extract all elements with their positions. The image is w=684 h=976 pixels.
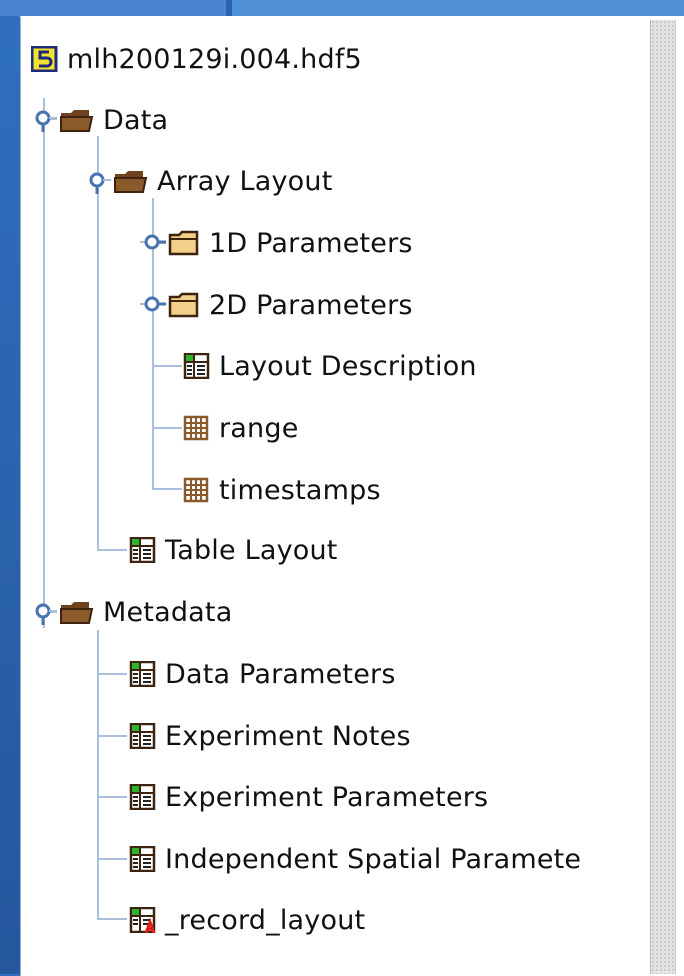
tree-line [97,673,127,675]
collapse-handle-icon[interactable] [31,599,57,625]
tree-line [152,427,182,429]
tree-root-hdf5-file[interactable]: mlh200129i.004.hdf5 [31,42,362,76]
expand-handle-icon[interactable] [140,230,166,256]
dataset-icon [183,415,209,441]
tree-node-data[interactable]: Data [59,103,168,137]
collapse-handle-icon[interactable] [85,168,111,194]
tree-node-data-parameters[interactable]: Data Parameters [129,657,396,691]
tree-node-table-layout[interactable]: Table Layout [129,533,338,567]
tree-line [97,796,127,798]
window-titlebar-left [0,0,226,16]
tree-node-array-layout[interactable]: Array Layout [113,164,333,198]
tree-root-label: mlh200129i.004.hdf5 [67,43,362,75]
tree-line [97,735,127,737]
tree-node-label: Array Layout [157,165,333,197]
table-icon [129,784,156,810]
tree-line [152,365,182,367]
folder-closed-icon [168,230,199,256]
tree-line [97,918,127,920]
folder-open-icon [60,602,94,624]
tree-node-timestamps[interactable]: timestamps [183,473,381,507]
file-tree: mlh200129i.004.hdf5 Data Array Layout 1D… [21,18,671,976]
tree-node-experiment-notes[interactable]: Experiment Notes [129,719,411,753]
tree-node-label: Layout Description [219,350,477,382]
folder-open-icon [114,171,148,193]
tree-node-range[interactable]: range [183,411,299,445]
tree-node-label: Metadata [103,596,233,628]
tree-node-label: Experiment Parameters [165,781,489,813]
tree-node-record-layout[interactable]: _record_layout [129,903,365,937]
hdf5-file-icon [31,46,58,72]
tree-line [97,136,99,550]
tree-node-label: range [219,412,299,444]
tree-node-2d-parameters[interactable]: 2D Parameters [167,288,413,322]
tree-node-label: _record_layout [165,904,366,936]
tree-node-experiment-parameters[interactable]: Experiment Parameters [129,780,488,814]
tree-node-label: Experiment Notes [165,720,411,752]
tree-line [43,98,45,628]
table-icon [183,353,210,379]
tree-node-metadata[interactable]: Metadata [59,595,232,629]
tree-node-label: Data [103,104,169,136]
dataset-icon [183,477,209,503]
tree-node-label: Table Layout [165,534,338,566]
tree-node-1d-parameters[interactable]: 1D Parameters [167,226,413,260]
collapse-handle-icon[interactable] [31,106,57,132]
tree-node-label: Data Parameters [165,658,396,690]
folder-closed-icon [168,292,199,318]
tree-line [152,488,182,490]
tree-node-label: timestamps [219,474,381,506]
table-icon [129,537,156,563]
tree-line [97,549,127,551]
tree-node-layout-description[interactable]: Layout Description [183,349,477,383]
tree-panel: mlh200129i.004.hdf5 Data Array Layout 1D… [20,16,684,976]
window-titlebar-right [232,0,684,16]
tree-node-label: Independent Spatial Paramete [165,843,582,875]
tree-node-label: 1D Parameters [209,227,413,259]
folder-open-icon [60,110,94,132]
table-icon [129,661,156,687]
table-icon [129,846,156,872]
tree-node-label: 2D Parameters [209,289,413,321]
tree-node-independent-spatial-parameters[interactable]: Independent Spatial Paramete [129,842,581,876]
tree-line [97,858,127,860]
expand-handle-icon[interactable] [140,292,166,318]
table-attr-icon [129,907,156,933]
vertical-scrollbar[interactable] [650,20,676,974]
table-icon [129,723,156,749]
